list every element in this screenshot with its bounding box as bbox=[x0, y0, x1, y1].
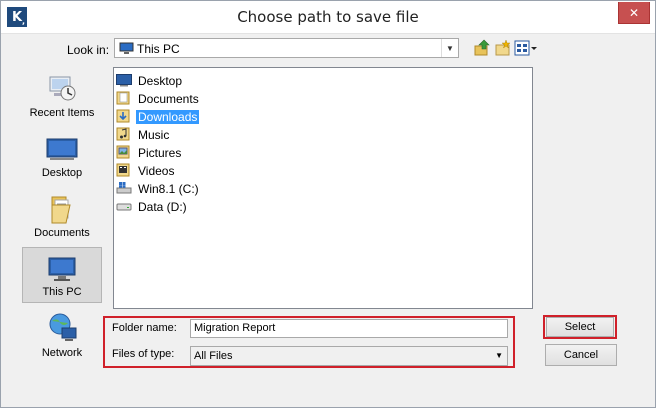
network-icon bbox=[49, 313, 77, 341]
folder-name-field[interactable]: Migration Report bbox=[190, 319, 508, 338]
files-of-type-value: All Files bbox=[194, 350, 233, 362]
list-item[interactable]: Desktop bbox=[116, 72, 356, 89]
desktop-icon bbox=[46, 138, 78, 160]
list-item[interactable]: Downloads bbox=[116, 108, 356, 125]
place-label: Network bbox=[41, 347, 83, 359]
close-button[interactable]: ✕ bbox=[618, 2, 650, 24]
cancel-button[interactable]: Cancel bbox=[545, 344, 617, 366]
list-item[interactable]: Pictures bbox=[116, 144, 356, 161]
files-of-type-dropdown[interactable]: All Files ▼ bbox=[190, 346, 508, 366]
downloads-folder-icon bbox=[116, 109, 130, 123]
documents-folder-icon bbox=[51, 196, 71, 224]
chevron-down-icon[interactable]: ▼ bbox=[441, 39, 458, 57]
folder-name-label: Folder name: bbox=[112, 322, 177, 334]
desktop-folder-icon bbox=[116, 74, 132, 87]
list-item[interactable]: Videos bbox=[116, 162, 356, 179]
view-menu-icon[interactable] bbox=[514, 39, 538, 57]
dialog-title: Choose path to save file bbox=[237, 8, 419, 26]
list-item[interactable]: Documents bbox=[116, 90, 356, 107]
place-network[interactable]: Network bbox=[22, 307, 102, 363]
title-bar[interactable]: K, Choose path to save file ✕ bbox=[1, 1, 655, 34]
list-item[interactable]: Data (D:) bbox=[116, 198, 356, 215]
lookin-dropdown[interactable]: This PC ▼ bbox=[114, 38, 459, 58]
music-folder-icon bbox=[116, 127, 130, 141]
pictures-folder-icon bbox=[116, 145, 130, 159]
system-drive-icon bbox=[116, 182, 132, 194]
file-list[interactable]: Desktop Documents Downloads Music Pictur… bbox=[113, 67, 533, 309]
list-item[interactable]: Music bbox=[116, 126, 356, 143]
place-label: This PC bbox=[42, 286, 82, 298]
place-documents[interactable]: Documents bbox=[22, 187, 102, 243]
lookin-value: This PC bbox=[137, 42, 180, 56]
list-item[interactable]: Win8.1 (C:) bbox=[116, 180, 356, 197]
close-icon: ✕ bbox=[628, 5, 640, 20]
videos-folder-icon bbox=[116, 163, 130, 177]
place-desktop[interactable]: Desktop bbox=[22, 127, 102, 183]
place-label: Recent Items bbox=[29, 107, 95, 119]
place-label: Desktop bbox=[41, 167, 83, 179]
save-dialog: K, Choose path to save file ✕ Look in: T… bbox=[0, 0, 656, 408]
chevron-down-icon: ▼ bbox=[495, 351, 503, 360]
drive-icon bbox=[116, 203, 132, 211]
places-bar: Recent Items Desktop Documents This PC N… bbox=[22, 67, 104, 367]
this-pc-icon bbox=[48, 257, 76, 281]
select-button[interactable]: Select bbox=[546, 317, 614, 337]
this-pc-icon bbox=[119, 42, 134, 54]
lookin-label: Look in: bbox=[67, 43, 110, 57]
new-folder-icon[interactable] bbox=[494, 39, 512, 57]
place-recent-items[interactable]: Recent Items bbox=[22, 67, 102, 123]
files-of-type-label: Files of type: bbox=[112, 348, 175, 360]
up-one-level-icon[interactable] bbox=[473, 39, 491, 57]
recent-items-icon bbox=[49, 76, 76, 101]
documents-folder-icon bbox=[116, 91, 130, 105]
place-label: Documents bbox=[34, 227, 90, 239]
place-this-pc[interactable]: This PC bbox=[22, 247, 102, 303]
